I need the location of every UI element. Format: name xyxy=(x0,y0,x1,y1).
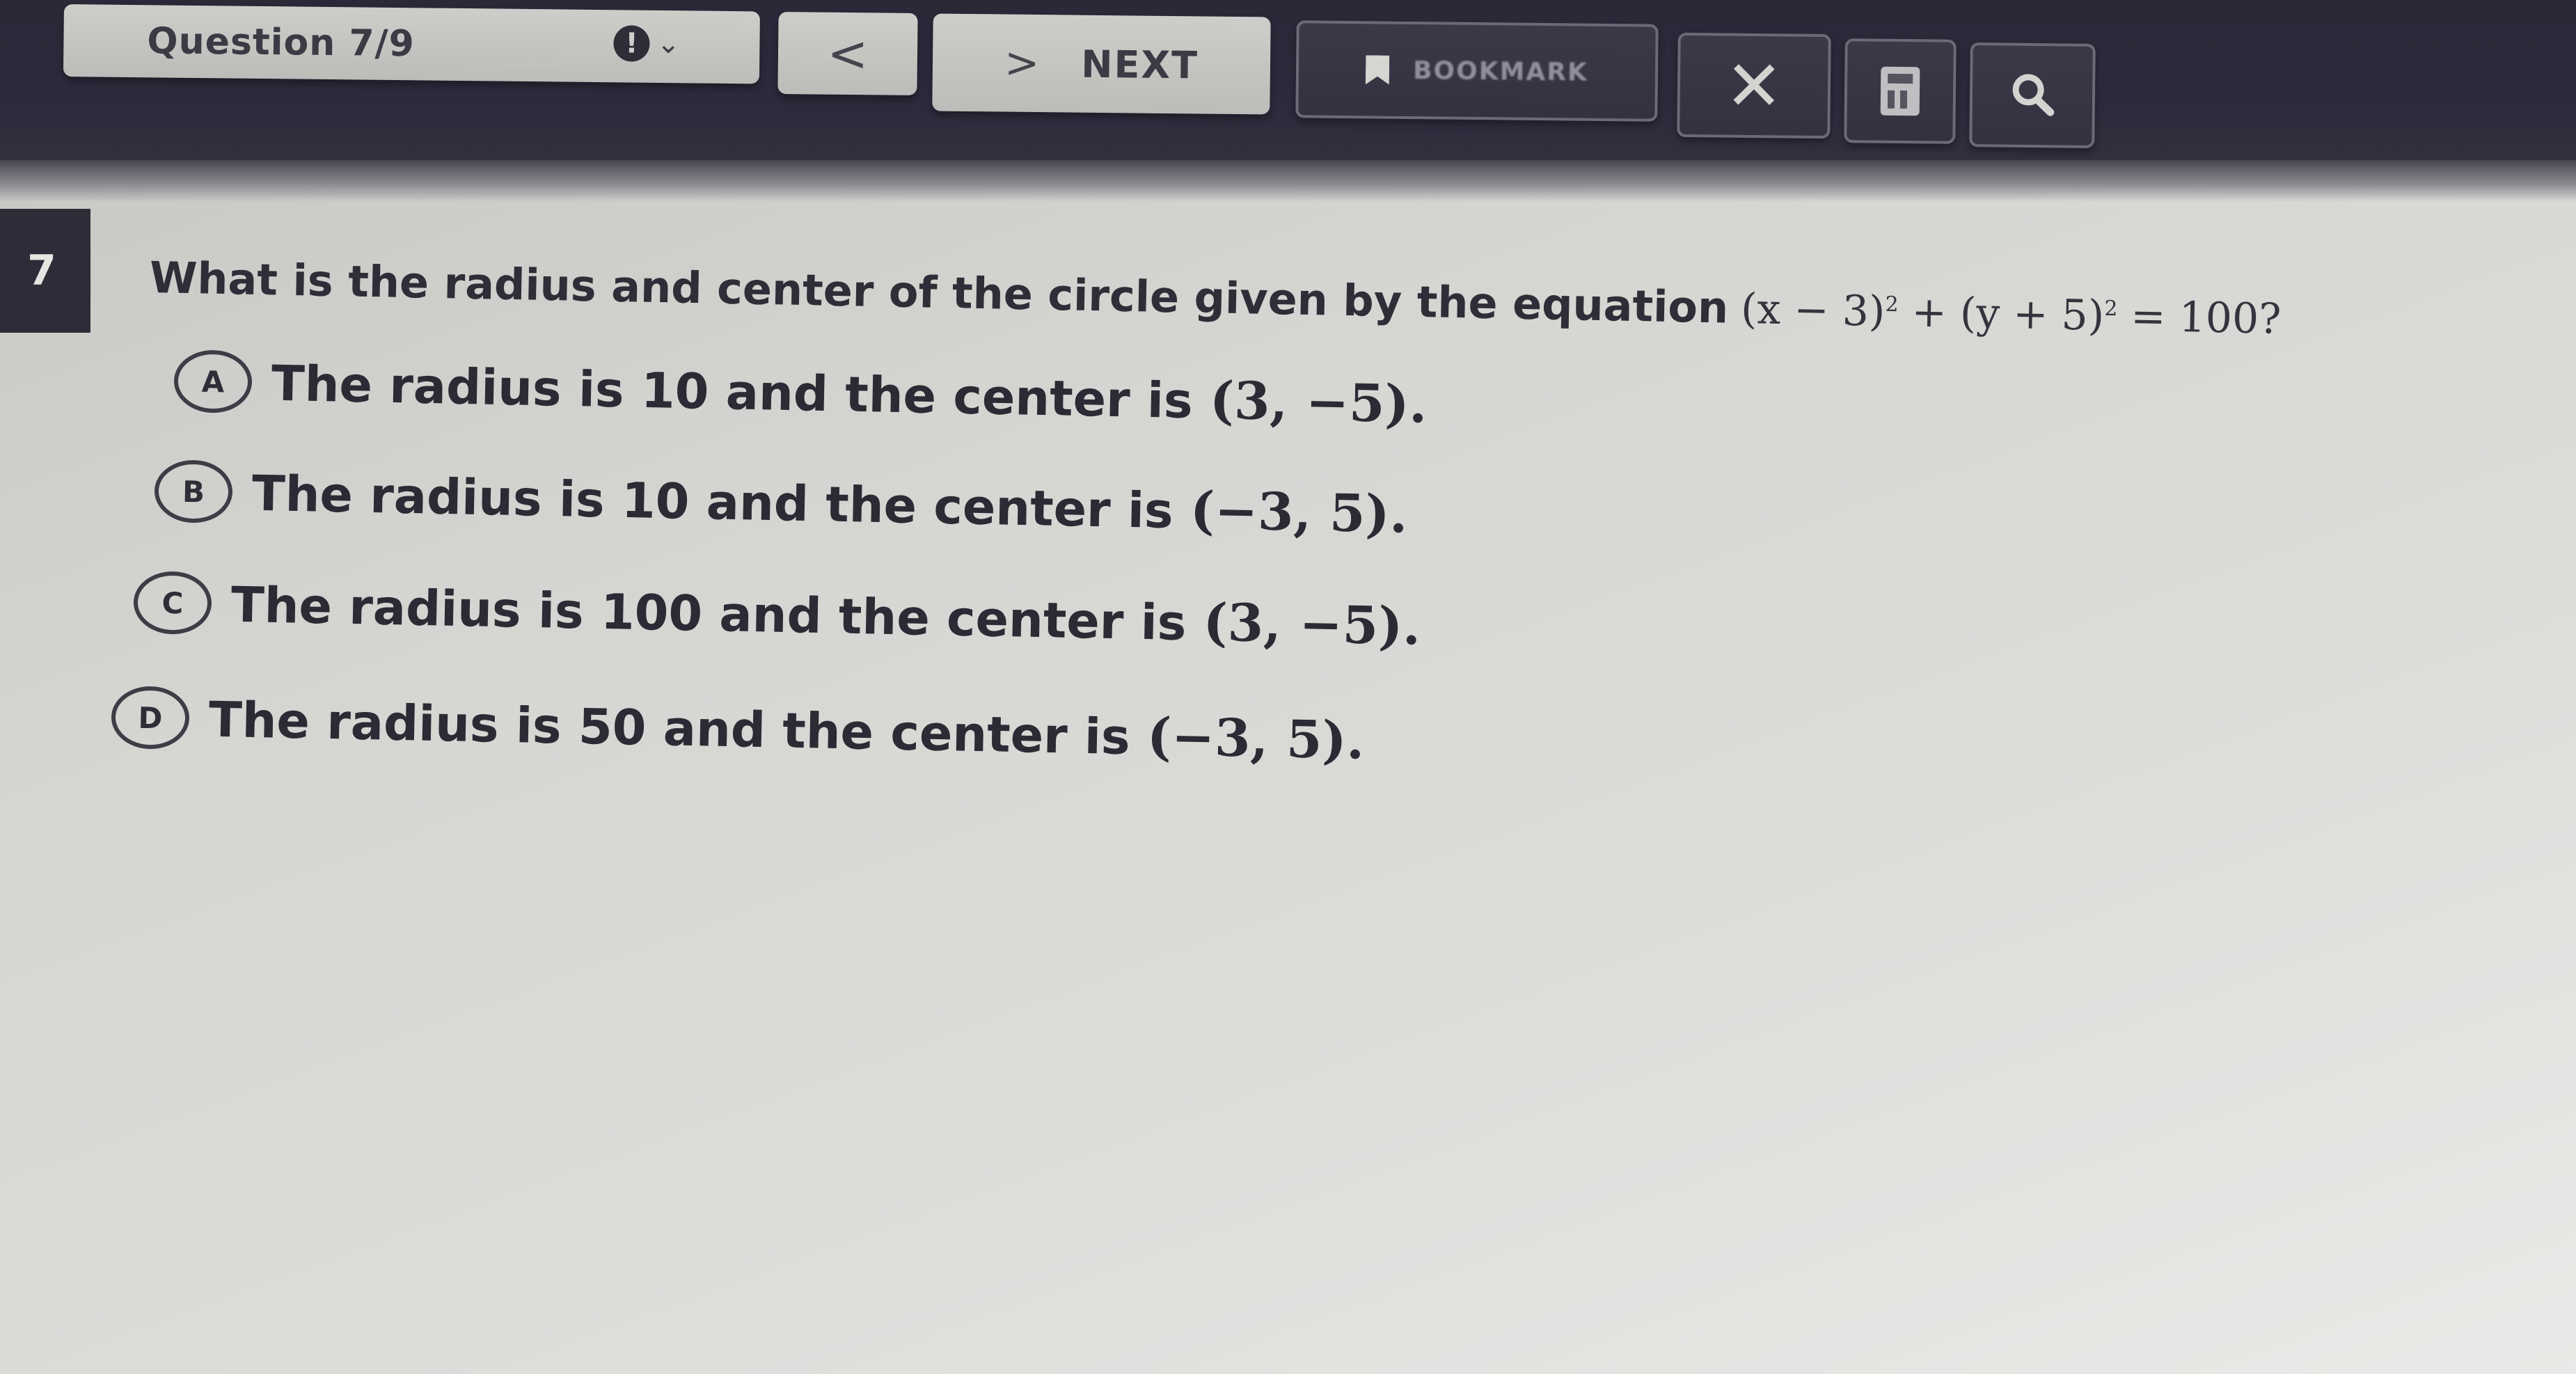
question-prompt: What is the radius and center of the cir… xyxy=(149,252,2282,344)
choice-b-bubble[interactable]: B xyxy=(154,459,233,524)
choice-b[interactable]: B The radius is 10 and the center is (−3… xyxy=(154,459,1408,546)
choice-a-bubble[interactable]: A xyxy=(173,349,253,414)
choice-b-point: (−3, 5). xyxy=(1190,480,1409,545)
question-area: What is the radius and center of the cir… xyxy=(0,0,2576,1374)
choice-a[interactable]: A The radius is 10 and the center is (3,… xyxy=(173,349,1428,436)
choice-a-point: (3, −5). xyxy=(1209,370,1428,435)
choice-b-statement: The radius is 10 and the center is xyxy=(251,464,1174,540)
choice-c[interactable]: C The radius is 100 and the center is (3… xyxy=(133,571,1421,658)
equation-exponent-y: 2 xyxy=(2103,296,2118,322)
equation-rhs: = 100? xyxy=(2130,292,2282,344)
equation-exponent-x: 2 xyxy=(1885,292,1899,317)
question-text: What is the radius and center of the cir… xyxy=(149,252,1729,333)
choice-d-point: (−3, 5). xyxy=(1146,706,1366,771)
choice-a-text: The radius is 10 and the center is (3, −… xyxy=(271,353,1428,435)
choice-c-point: (3, −5). xyxy=(1202,592,1421,657)
choice-c-text: The radius is 100 and the center is (3, … xyxy=(230,574,1421,657)
equation-term-x: (x − 3) xyxy=(1740,284,1886,336)
choice-c-bubble[interactable]: C xyxy=(133,571,212,635)
choice-d-text: The radius is 50 and the center is (−3, … xyxy=(208,689,1365,771)
equation: (x − 3)2 + (y + 5)2 = 100? xyxy=(1740,285,2282,344)
choice-b-text: The radius is 10 and the center is (−3, … xyxy=(251,463,1408,545)
choice-d[interactable]: D The radius is 50 and the center is (−3… xyxy=(111,686,1365,773)
choice-a-statement: The radius is 10 and the center is xyxy=(271,354,1194,430)
choice-d-bubble[interactable]: D xyxy=(111,686,190,750)
screen: Question 7/9 ! ⌄ < > NEXT BOOKMARK ✕ 7 W… xyxy=(0,0,2576,1374)
choice-d-statement: The radius is 50 and the center is xyxy=(208,690,1131,766)
choice-c-statement: The radius is 100 and the center is xyxy=(230,576,1187,652)
equation-term-y: (y + 5) xyxy=(1959,288,2105,340)
equation-plus: + xyxy=(1911,287,1947,338)
